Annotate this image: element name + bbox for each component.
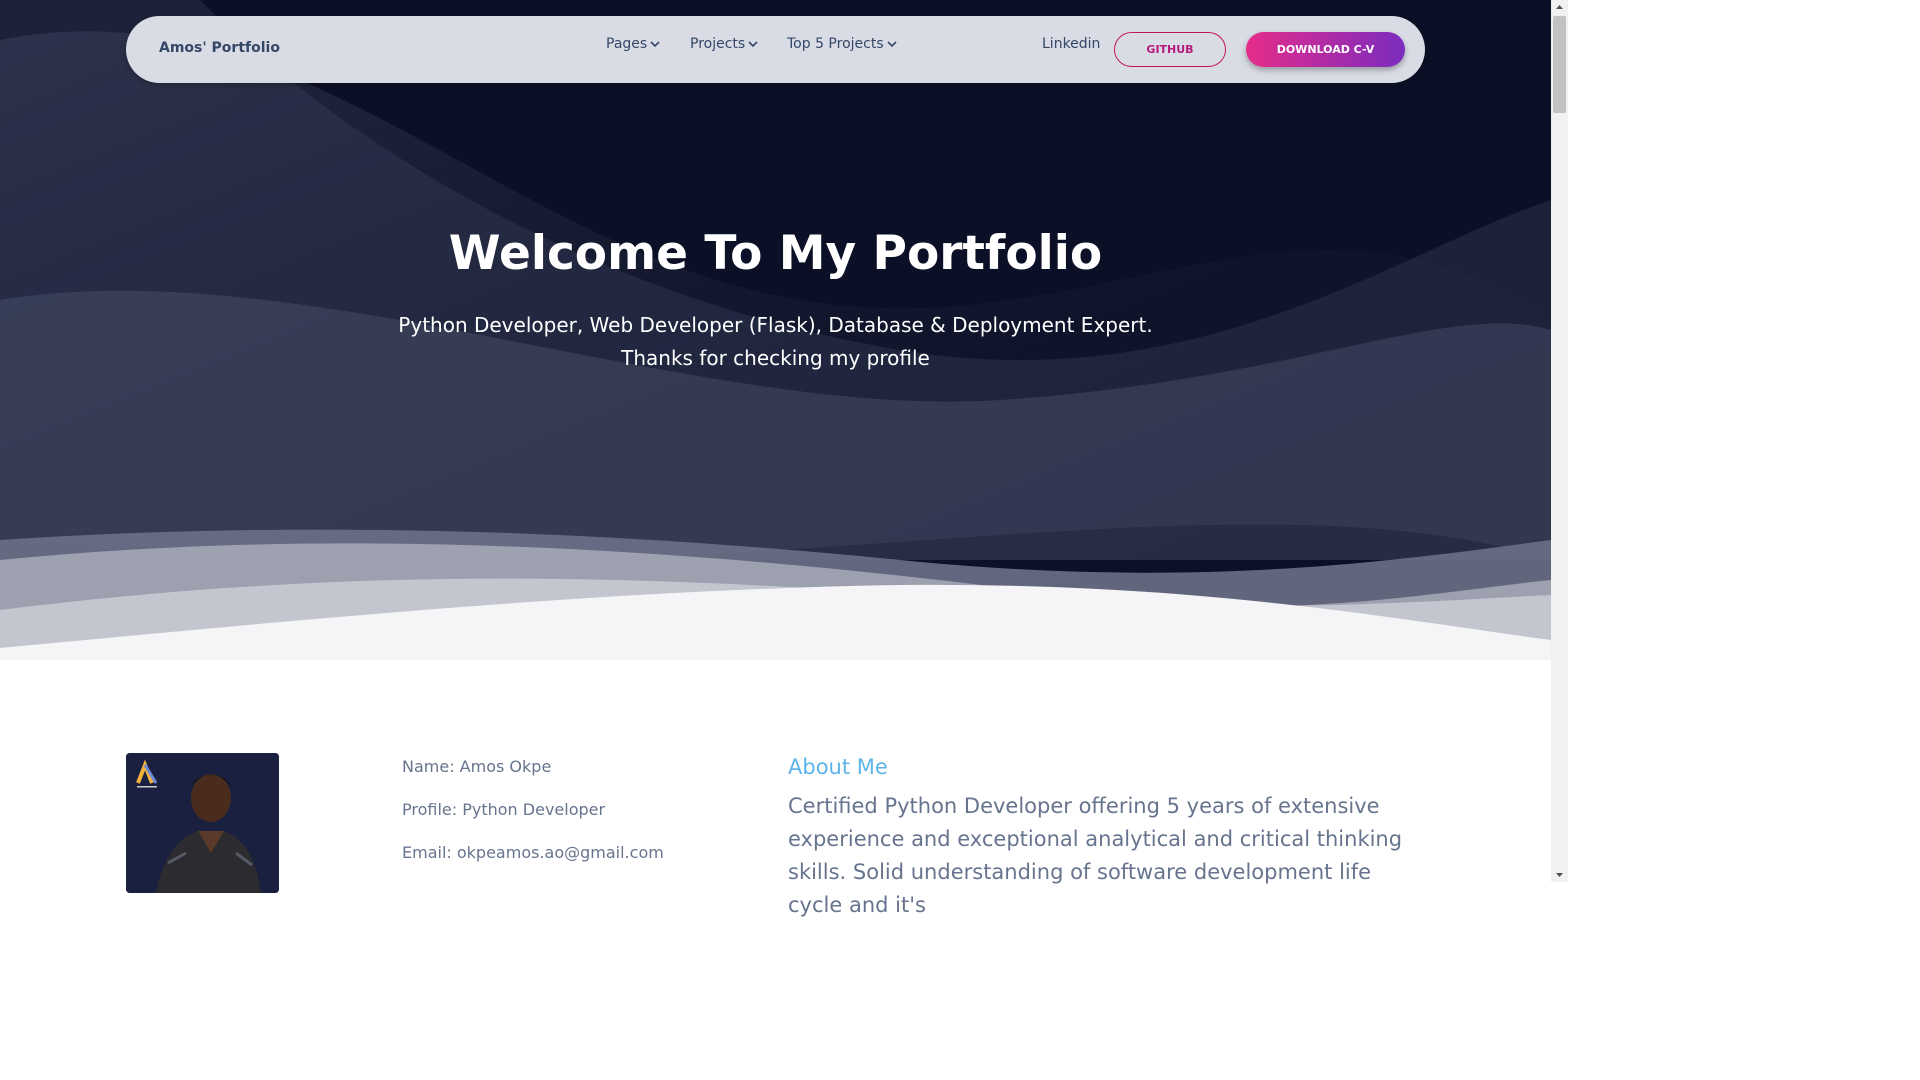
chevron-down-icon — [887, 41, 897, 48]
profile-role: Profile: Python Developer — [402, 800, 606, 819]
github-button[interactable]: GITHUB — [1114, 32, 1226, 67]
scroll-up-icon[interactable] — [1555, 3, 1564, 12]
hero-section: Amos' Portfolio Pages Projects Top 5 Pro… — [0, 0, 1551, 660]
about-title: About Me — [788, 755, 888, 779]
hero-subtitle: Python Developer, Web Developer (Flask),… — [0, 309, 1551, 375]
hero-title: Welcome To My Portfolio — [448, 226, 1103, 281]
nav-pages-label: Pages — [606, 36, 648, 52]
brand-link[interactable]: Amos' Portfolio — [159, 40, 280, 56]
navbar: Amos' Portfolio Pages Projects Top 5 Pro… — [126, 16, 1425, 83]
profile-name: Name: Amos Okpe — [402, 757, 552, 776]
profile-email: Email: okpeamos.ao@gmail.com — [402, 843, 664, 862]
nav-top5-label: Top 5 Projects — [787, 36, 884, 52]
hero-subtitle-line-1: Python Developer, Web Developer (Flask),… — [398, 313, 1153, 337]
profile-photo-image — [126, 753, 279, 893]
nav-projects-label: Projects — [690, 36, 746, 52]
scroll-down-icon[interactable] — [1555, 870, 1564, 879]
nav-pages-dropdown[interactable]: Pages — [606, 36, 660, 52]
chevron-down-icon — [650, 41, 660, 48]
profile-photo — [126, 753, 279, 893]
about-text: Certified Python Developer offering 5 ye… — [788, 794, 1403, 917]
page-scrollbar[interactable] — [1551, 0, 1568, 882]
chevron-down-icon — [748, 41, 758, 48]
scrollbar-thumb[interactable] — [1553, 16, 1566, 113]
nav-top5-dropdown[interactable]: Top 5 Projects — [787, 36, 897, 52]
hero-subtitle-line-2: Thanks for checking my profile — [621, 346, 930, 370]
download-cv-button[interactable]: DOWNLOAD C-V — [1246, 32, 1405, 67]
linkedin-link[interactable]: Linkedin — [1042, 36, 1100, 52]
nav-projects-dropdown[interactable]: Projects — [690, 36, 758, 52]
